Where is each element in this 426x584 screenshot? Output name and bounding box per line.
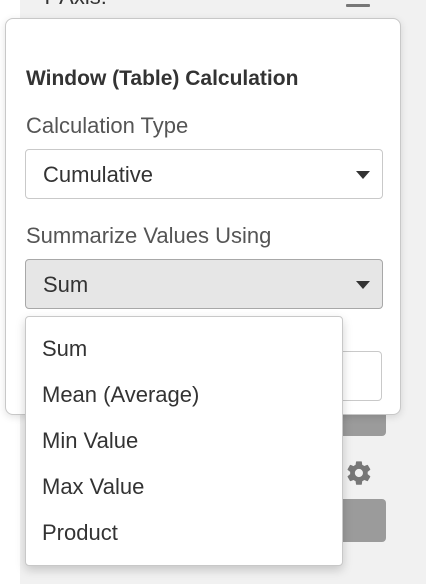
summarize-values-label: Summarize Values Using: [26, 223, 272, 248]
dropdown-item-max[interactable]: Max Value: [26, 464, 342, 510]
summarize-values-select[interactable]: Sum: [25, 259, 383, 309]
calculation-type-select[interactable]: Cumulative: [25, 149, 383, 199]
dropdown-item-min[interactable]: Min Value: [26, 418, 342, 464]
calculation-type-value: Cumulative: [43, 162, 154, 187]
y-axis-label: Y Axis:: [40, 0, 107, 10]
dropdown-item-sum[interactable]: Sum: [26, 326, 342, 372]
summarize-dropdown-menu: Sum Mean (Average) Min Value Max Value P…: [25, 316, 343, 566]
dropdown-item-mean[interactable]: Mean (Average): [26, 372, 342, 418]
summarize-values-value: Sum: [43, 272, 89, 297]
popover-title: Window (Table) Calculation: [26, 67, 299, 90]
gear-icon[interactable]: [345, 459, 373, 487]
hamburger-icon[interactable]: [346, 4, 370, 7]
caret-down-icon: [356, 171, 370, 179]
dropdown-item-product[interactable]: Product: [26, 510, 342, 556]
caret-down-icon: [356, 281, 370, 289]
calculation-type-label: Calculation Type: [26, 113, 189, 138]
